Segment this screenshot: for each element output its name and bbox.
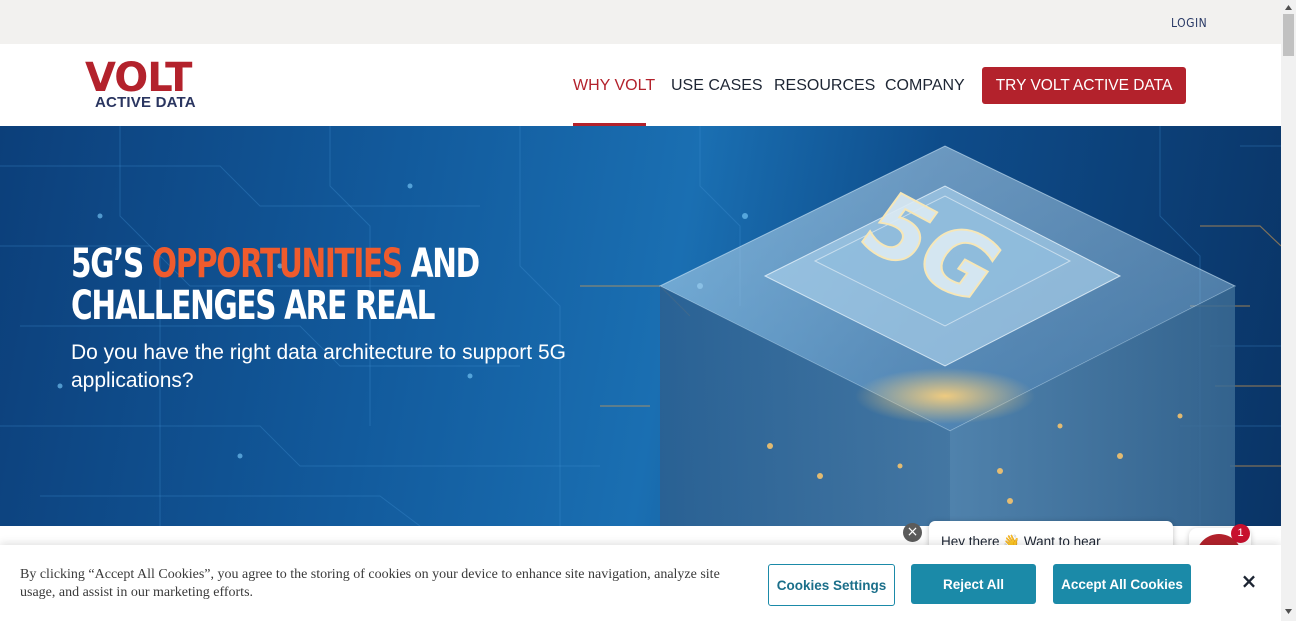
- login-link[interactable]: LOGIN: [1171, 16, 1207, 30]
- hero-subtitle: Do you have the right data architecture …: [71, 341, 566, 392]
- hero-title-highlight: OPPORTUNITIES: [151, 241, 403, 287]
- chat-close-button[interactable]: ×: [903, 523, 922, 542]
- try-volt-button[interactable]: TRY VOLT ACTIVE DATA: [982, 67, 1186, 104]
- reject-all-button[interactable]: Reject All: [911, 564, 1036, 604]
- nav-why-volt[interactable]: WHY VOLT: [573, 77, 655, 95]
- hero-banner: 5G 5G’S OPPORTUNITIES AND CHALLENGES ARE…: [0, 126, 1281, 526]
- logo-tagline: ACTIVE DATA: [95, 94, 196, 111]
- scroll-down-arrow-icon[interactable]: [1281, 604, 1296, 619]
- cookie-close-icon[interactable]: ×: [1238, 570, 1260, 592]
- chat-unread-badge: 1: [1231, 524, 1250, 543]
- cookie-notice-text: By clicking “Accept All Cookies”, you ag…: [20, 567, 720, 600]
- cookie-banner: By clicking “Accept All Cookies”, you ag…: [0, 545, 1281, 621]
- scroll-up-arrow-icon[interactable]: [1281, 0, 1296, 15]
- hero-title: 5G’S OPPORTUNITIES AND CHALLENGES ARE RE…: [71, 243, 563, 327]
- utility-bar: LOGIN: [0, 0, 1281, 44]
- accept-all-cookies-button[interactable]: Accept All Cookies: [1053, 564, 1191, 604]
- hero-title-prefix: 5G’S: [71, 241, 152, 287]
- logo-wordmark: VOLT: [85, 55, 192, 101]
- scrollbar-thumb[interactable]: [1283, 14, 1294, 56]
- nav-use-cases[interactable]: USE CASES: [671, 77, 763, 95]
- nav-company[interactable]: COMPANY: [885, 77, 965, 95]
- cookies-settings-button[interactable]: Cookies Settings: [768, 564, 895, 606]
- volt-logo[interactable]: VOLT ACTIVE DATA: [85, 58, 210, 114]
- main-navigation: VOLT ACTIVE DATA WHY VOLT USE CASES RESO…: [0, 44, 1281, 126]
- nav-resources[interactable]: RESOURCES: [774, 77, 875, 95]
- page-scrollbar[interactable]: [1281, 0, 1296, 621]
